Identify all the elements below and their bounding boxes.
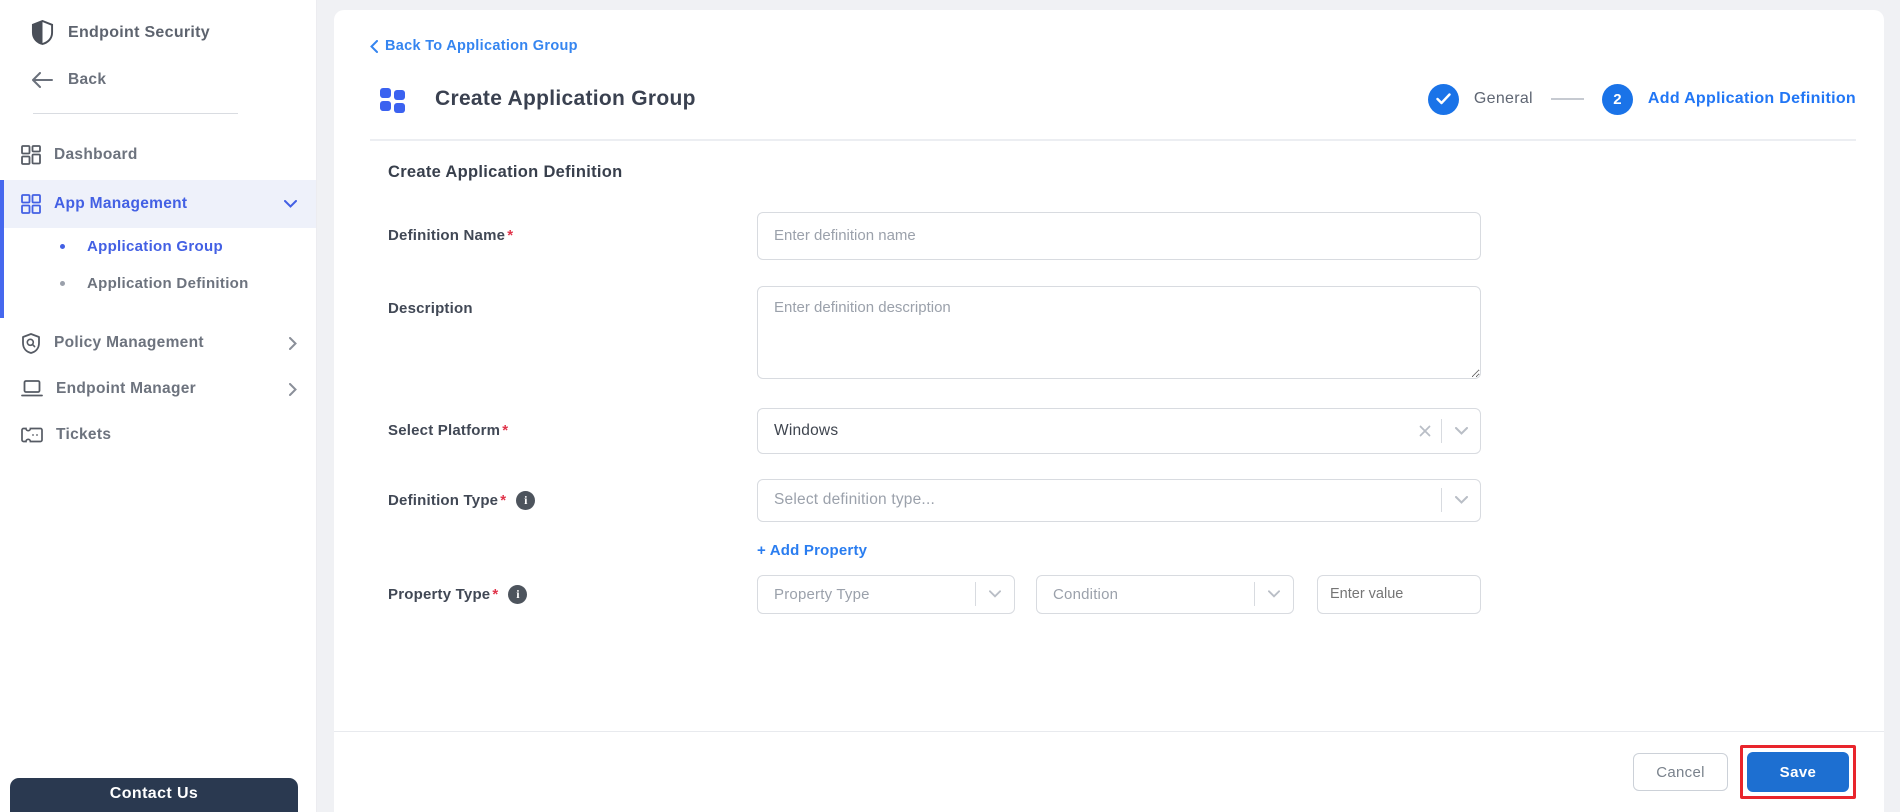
brand-name: Endpoint Security: [68, 23, 210, 41]
main-area: Back To Application Group Create Applica…: [317, 0, 1900, 812]
required-asterisk: *: [507, 227, 514, 244]
platform-select-value: Windows: [774, 421, 839, 439]
definition-type-select[interactable]: Select definition type...: [757, 478, 1481, 522]
ticket-icon: [21, 427, 43, 443]
property-type-label: Property Type *: [388, 585, 499, 603]
sidebar-item-application-group[interactable]: Application Group: [4, 228, 316, 265]
required-asterisk: *: [502, 422, 509, 439]
sidebar-subitem-label: Application Definition: [87, 275, 249, 292]
sidebar-item-policy-management[interactable]: Policy Management: [0, 320, 316, 366]
dashboard-grid-icon: [21, 145, 41, 165]
definition-type-placeholder: Select definition type...: [774, 491, 935, 508]
title-row: Create Application Group General 2 Add A…: [370, 83, 1856, 115]
sidebar-item-label: Tickets: [56, 426, 112, 443]
sidebar-item-endpoint-manager[interactable]: Endpoint Manager: [0, 366, 316, 412]
sidebar-back-button[interactable]: Back: [0, 45, 316, 89]
chevron-left-icon: [370, 39, 378, 53]
sidebar-item-label: Dashboard: [54, 146, 138, 163]
cancel-button[interactable]: Cancel: [1633, 753, 1728, 791]
bullet-icon: [60, 281, 65, 286]
step-general-label: General: [1473, 90, 1533, 107]
arrow-left-icon: [31, 72, 53, 88]
sidebar-item-dashboard[interactable]: Dashboard: [0, 132, 316, 178]
info-icon[interactable]: i: [516, 490, 536, 510]
sidebar-nav: Dashboard App Management Application Gro…: [0, 132, 316, 458]
chevron-right-icon: [289, 336, 297, 350]
info-icon[interactable]: i: [508, 584, 528, 604]
sidebar-back-label: Back: [68, 71, 107, 88]
form-footer: Cancel Save: [334, 731, 1884, 812]
description-label: Description: [388, 299, 473, 317]
property-type-row: Property Type * i Property Type Condition: [388, 574, 1856, 614]
chevron-down-icon[interactable]: [1442, 426, 1480, 435]
sidebar: Endpoint Security Back Dashboard App Man…: [0, 0, 317, 812]
required-asterisk: *: [492, 585, 499, 603]
stepper: General 2 Add Application Definition: [1427, 83, 1856, 115]
back-to-application-group-link[interactable]: Back To Application Group: [370, 38, 578, 54]
chevron-down-icon[interactable]: [976, 590, 1014, 598]
form-body: Create Application Definition Definition…: [334, 141, 1884, 614]
sidebar-item-label: App Management: [54, 195, 188, 212]
step-2-circle: 2: [1601, 83, 1633, 115]
shield-logo-icon: [31, 20, 54, 45]
sidebar-item-label: Endpoint Manager: [56, 380, 196, 397]
bullet-icon: [60, 244, 65, 249]
card-header: Back To Application Group Create Applica…: [334, 10, 1884, 141]
sidebar-item-app-management[interactable]: App Management: [4, 180, 316, 228]
select-platform-row: Select Platform * Windows: [388, 407, 1856, 454]
condition-placeholder: Condition: [1053, 585, 1119, 603]
property-value-input[interactable]: [1317, 574, 1481, 614]
back-link-label: Back To Application Group: [385, 38, 578, 54]
content-card: Back To Application Group Create Applica…: [334, 10, 1884, 812]
chevron-right-icon: [289, 382, 297, 396]
platform-select[interactable]: Windows: [757, 407, 1481, 454]
save-button[interactable]: Save: [1747, 752, 1849, 792]
add-property-link[interactable]: + Add Property: [757, 542, 867, 559]
contact-us-button[interactable]: Contact Us: [10, 778, 298, 812]
step-done-check-icon: [1427, 83, 1459, 115]
page-title: Create Application Group: [435, 87, 696, 110]
sidebar-item-tickets[interactable]: Tickets: [0, 412, 316, 458]
definition-type-row: Definition Type * i Select definition typ…: [388, 478, 1856, 522]
clear-selection-icon[interactable]: [1409, 425, 1441, 437]
property-type-placeholder: Property Type: [774, 585, 870, 603]
laptop-icon: [21, 380, 43, 398]
step-connector: [1550, 98, 1584, 100]
section-title: Create Application Definition: [388, 162, 623, 181]
brand: Endpoint Security: [0, 0, 316, 45]
sidebar-item-label: Policy Management: [54, 334, 204, 351]
property-type-select[interactable]: Property Type: [757, 574, 1015, 614]
chevron-down-icon: [284, 200, 297, 208]
description-textarea[interactable]: [757, 285, 1481, 379]
required-asterisk: *: [500, 491, 507, 509]
app-grid-icon: [21, 194, 41, 214]
chevron-down-icon[interactable]: [1255, 590, 1293, 598]
definition-type-label: Definition Type *: [388, 491, 507, 509]
policy-shield-icon: [21, 332, 41, 354]
select-platform-label: Select Platform *: [388, 422, 509, 439]
sidebar-divider: [33, 113, 238, 114]
save-highlight-annotation: Save: [1740, 745, 1856, 799]
condition-select[interactable]: Condition: [1036, 574, 1294, 614]
step-add-definition-label: Add Application Definition: [1647, 90, 1856, 107]
app-group-grid-icon: [380, 86, 405, 113]
sidebar-group-app-management: App Management Application Group Applica…: [0, 180, 316, 318]
chevron-down-icon[interactable]: [1442, 496, 1480, 504]
definition-name-row: Definition Name *: [388, 211, 1856, 260]
definition-name-input[interactable]: [757, 211, 1481, 260]
sidebar-subitem-label: Application Group: [87, 238, 223, 255]
description-row: Description: [388, 285, 1856, 384]
sidebar-item-application-definition[interactable]: Application Definition: [4, 265, 316, 302]
definition-name-label: Definition Name *: [388, 227, 514, 244]
